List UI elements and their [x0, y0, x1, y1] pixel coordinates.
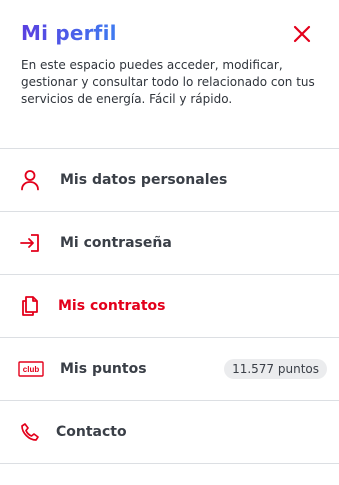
documents-icon	[19, 295, 41, 317]
profile-panel: Mi perfil En este espacio puedes acceder…	[0, 0, 339, 485]
page-title: Mi perfil	[21, 21, 117, 45]
login-arrow-icon	[19, 232, 41, 254]
profile-menu: Mis datos personales Mi contraseña Mis c…	[0, 148, 339, 464]
close-button[interactable]	[291, 23, 313, 45]
menu-item-personal-data[interactable]: Mis datos personales	[0, 148, 339, 211]
menu-item-label: Mis datos personales	[60, 172, 228, 188]
menu-item-label: Mis contratos	[58, 298, 166, 314]
menu-item-label: Mi contraseña	[60, 235, 172, 251]
menu-item-contact[interactable]: Contacto	[0, 400, 339, 464]
menu-item-label: Mis puntos	[60, 361, 147, 377]
phone-icon	[19, 421, 41, 443]
user-icon	[19, 169, 41, 191]
points-badge: 11.577 puntos	[224, 359, 327, 379]
menu-item-contracts[interactable]: Mis contratos	[0, 274, 339, 337]
close-icon[interactable]	[291, 23, 313, 45]
menu-item-label: Contacto	[56, 424, 127, 440]
club-icon-text: club	[23, 365, 40, 374]
intro-text: En este espacio puedes acceder, modifica…	[21, 58, 315, 106]
club-icon: club	[18, 358, 44, 380]
menu-item-password[interactable]: Mi contraseña	[0, 211, 339, 274]
panel-header: Mi perfil En este espacio puedes acceder…	[0, 0, 339, 148]
menu-item-points[interactable]: club Mis puntos 11.577 puntos	[0, 337, 339, 400]
